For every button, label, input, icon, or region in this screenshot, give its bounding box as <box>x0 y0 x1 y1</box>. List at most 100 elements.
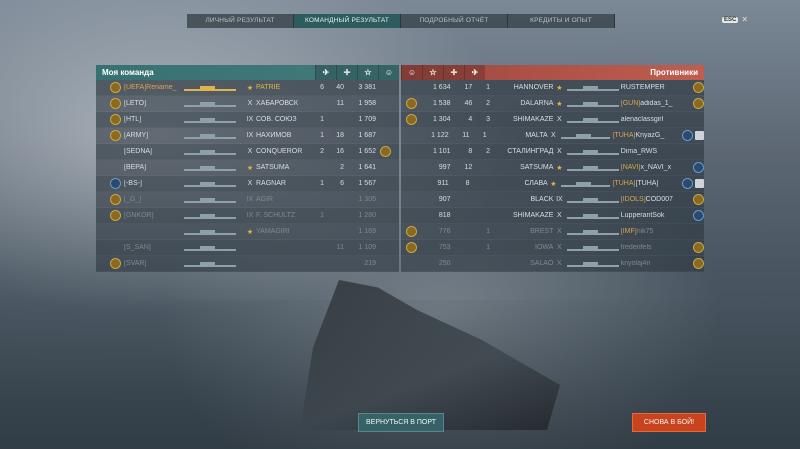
achievement-icon[interactable]: ☺ <box>378 65 399 80</box>
base-exp: 1 538 <box>432 100 451 107</box>
ship-tier: ★ <box>246 228 254 236</box>
ship-name: СОВ. СОЮЗ <box>256 116 297 123</box>
rank-badge-icon <box>693 162 705 173</box>
base-exp: 1 304 <box>432 116 451 123</box>
clan-tag: [IDOLS] <box>620 196 646 203</box>
enemy-team-row[interactable]: 1 304 4 3 SHIMAKAZE Xalenaclassgirl <box>401 112 704 128</box>
my-team-row[interactable]: [HTL] IX СОВ. СОЮЗ 1 1 709 <box>96 112 399 128</box>
ship-silhouette-icon <box>184 245 236 251</box>
base-exp: 1 709 <box>358 116 376 123</box>
ship-name: MALTA <box>525 132 548 139</box>
crosshair-icon[interactable]: ✛ <box>443 65 464 80</box>
tab-credits-and-exp[interactable]: КРЕДИТЫ И ОПЫТ <box>508 14 615 28</box>
base-exp: 1 652 <box>358 148 376 155</box>
player-name: [GNKOR] <box>124 212 154 219</box>
my-team-row[interactable]: [-BS-] X RAGNAR 1 6 1 567 <box>96 176 399 192</box>
player-name: [IMF]nik75 <box>621 228 690 235</box>
my-team-row[interactable]: [_G_] IX AGIR 1 305 <box>96 192 399 208</box>
ship-name: AGIR <box>256 196 274 203</box>
division-badge-icon <box>695 131 705 140</box>
star-icon[interactable]: ☆ <box>422 65 443 80</box>
enemy-team-row[interactable]: 1 634 17 1 HANNOVER ★ RUSTEMPER <box>401 80 705 96</box>
return-to-port-button[interactable]: ВЕРНУТЬСЯ В ПОРТ <box>358 413 444 432</box>
enemy-team-row[interactable]: 1 101 8 2 СТАЛИНГРАД X Dima_RWS <box>401 144 704 160</box>
esc-close-button[interactable]: ESC ✕ <box>722 15 748 24</box>
battle-again-button[interactable]: СНОВА В БОЙ! <box>632 413 706 432</box>
division-badge-icon <box>695 179 705 188</box>
star-icon[interactable]: ☆ <box>357 65 378 80</box>
enemy-team-row[interactable]: 1 538 46 2 DALARNA ★ [GUN]adidas_1_ <box>401 96 705 112</box>
player-name: fredenfels <box>621 244 690 251</box>
enemy-team-row[interactable]: 911 8 СЛАВА ★ [TUHA][TUHA] <box>401 176 705 192</box>
achievement-cell <box>403 114 421 125</box>
enemy-team-row[interactable]: 776 1 BREST X [IMF]nik75 <box>401 224 704 240</box>
player-nick: RUSTEMPER <box>620 84 665 91</box>
base-exp: 1 122 <box>431 132 449 139</box>
base-exp: 1 109 <box>358 244 376 251</box>
ship-silhouette-icon <box>567 101 620 107</box>
enemy-team-row[interactable]: 1 122 11 1 MALTA X [TUHA]KnyazG_ <box>401 128 705 144</box>
my-team-row[interactable]: [SVAR] 219 <box>96 256 399 272</box>
player-name: [-BS-] <box>124 180 142 187</box>
result-tabs: ЛИЧНЫЙ РЕЗУЛЬТАТ КОМАНДНЫЙ РЕЗУЛЬТАТ ПОД… <box>187 14 615 28</box>
player-name: [TUHA][TUHA] <box>612 180 679 187</box>
my-team-row[interactable]: [LETO] X ХАБАРОВСК 11 1 958 <box>96 96 399 112</box>
base-exp: 1 280 <box>358 212 376 219</box>
crosshair-icon[interactable]: ✛ <box>336 65 357 80</box>
close-icon: ✕ <box>741 15 749 24</box>
achievement-icon[interactable]: ☺ <box>401 65 422 80</box>
my-team-title: Моя команда <box>102 68 154 77</box>
plane-icon[interactable]: ✈ <box>464 65 485 80</box>
ship-tier: X <box>557 260 562 267</box>
base-exp: 753 <box>438 244 451 251</box>
enemy-team-row[interactable]: 907 BLACK IX [IDOLS]COD007 <box>401 192 705 208</box>
frags: 4 <box>468 116 473 123</box>
player-nick: [TUHA] <box>635 180 659 187</box>
my-team-row[interactable]: [ВЕРА] ★ SATSUMA 2 1 641 <box>96 160 399 176</box>
player-name: [TUHA]KnyazG_ <box>612 132 679 139</box>
tab-personal-result[interactable]: ЛИЧНЫЙ РЕЗУЛЬТАТ <box>187 14 294 28</box>
enemy-team-row[interactable]: 818 SHIMAKAZE X LupperantSok <box>401 208 705 224</box>
clan-tag: [IMF] <box>620 228 637 235</box>
enemy-team-row[interactable]: 753 1 IOWA Xfredenfels <box>401 240 705 256</box>
frags: 8 <box>465 180 470 187</box>
rank-badge-icon <box>693 82 705 93</box>
achievement-icon <box>379 146 391 157</box>
enemy-team-row[interactable]: 250 SALAO Xknyolaj4n <box>401 256 705 272</box>
rank-badge-icon <box>110 114 121 125</box>
player-name: [IDOLS]COD007 <box>621 196 690 203</box>
ship-silhouette-icon <box>184 197 236 203</box>
ship-name: SHIMAKAZE <box>512 212 554 219</box>
ship-tier: IX <box>246 116 254 123</box>
tab-team-result[interactable]: КОМАНДНЫЙ РЕЗУЛЬТАТ <box>294 14 401 28</box>
my-team-row[interactable]: [ARMY] IX НАХИМОВ 1 18 1 687 <box>96 128 399 144</box>
my-team-row[interactable]: ★ YAMAGIRI 1 169 <box>96 224 399 240</box>
enemy-team-row[interactable]: 997 12 SATSUMA ★ [NAVI]x_NAVI_x <box>401 160 705 176</box>
player-nick: KnyazG_ <box>635 132 665 139</box>
plane-kills: 2 <box>486 148 491 155</box>
ship-name: BREST <box>530 228 554 235</box>
ship-silhouette-icon <box>184 165 236 171</box>
my-team-row[interactable]: [SEDNA] X CONQUEROR 2 16 1 652 <box>96 144 399 160</box>
rank-badge-icon <box>110 162 121 173</box>
rank-badge-icon <box>693 258 705 269</box>
ship-tier: ★ <box>550 180 557 188</box>
frags: 11 <box>336 244 344 251</box>
ship-silhouette-icon <box>184 85 236 91</box>
plane-kills: 3 <box>486 116 491 123</box>
frags: 6 <box>340 180 344 187</box>
plane-icon[interactable]: ✈ <box>315 65 336 80</box>
rank-badge-icon <box>693 242 705 253</box>
player-nick: x_NAVI_x <box>640 164 672 171</box>
player-name: [GUN]adidas_1_ <box>621 100 690 107</box>
my-team-row[interactable]: [GNKOR] IX F. SCHULTZ 1 1 280 <box>96 208 399 224</box>
ship-tier: IX <box>246 132 254 139</box>
ship-tier: X <box>247 180 253 187</box>
ship-name: SHIMAKAZE <box>512 116 554 123</box>
my-team-row[interactable]: [UEFA]Rename_ ★ PATRIE 6 40 3 381 <box>96 80 399 96</box>
tab-detailed-report[interactable]: ПОДРОБНЫЙ ОТЧЁТ <box>401 14 508 28</box>
player-nick: COD007 <box>645 196 673 203</box>
my-team-row[interactable]: [S_SAN] 11 1 109 <box>96 240 399 256</box>
frags: 18 <box>336 132 344 139</box>
ship-silhouette-icon <box>567 85 620 91</box>
